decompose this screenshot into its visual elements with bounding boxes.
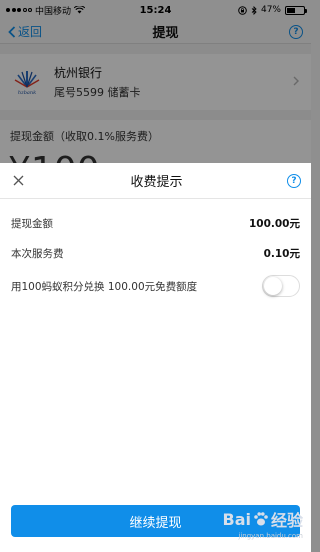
close-button[interactable] [10,171,26,190]
service-fee-value: 0.10元 [263,247,300,260]
toggle-knob [264,277,282,295]
withdraw-amount-label: 提现金额 [11,217,53,230]
watermark: Bai 经验 jingyan.baidu.com [222,507,304,541]
withdraw-amount-value: 100.00元 [248,217,300,230]
service-fee-label: 本次服务费 [11,247,64,260]
watermark-brand-right: 经验 [270,511,303,530]
service-fee-row: 本次服务费 0.10元 [0,238,311,268]
sheet-header: 收费提示 ? [0,163,311,199]
paw-icon [254,512,268,526]
close-icon [13,175,23,186]
points-exchange-label: 用100蚂蚁积分兑换 100.00元免费额度 [11,280,198,293]
fee-notice-sheet: 收费提示 ? 提现金额 100.00元 本次服务费 0.10元 用100蚂蚁积分… [0,163,311,552]
watermark-url: jingyan.baidu.com [238,532,303,540]
watermark-brand-left: Bai [222,509,251,529]
points-exchange-row: 用100蚂蚁积分兑换 100.00元免费额度 [0,268,311,304]
points-exchange-toggle[interactable] [262,275,300,297]
sheet-title: 收费提示 [130,175,183,190]
help-icon[interactable]: ? [286,173,301,188]
withdraw-amount-row: 提现金额 100.00元 [0,208,311,238]
